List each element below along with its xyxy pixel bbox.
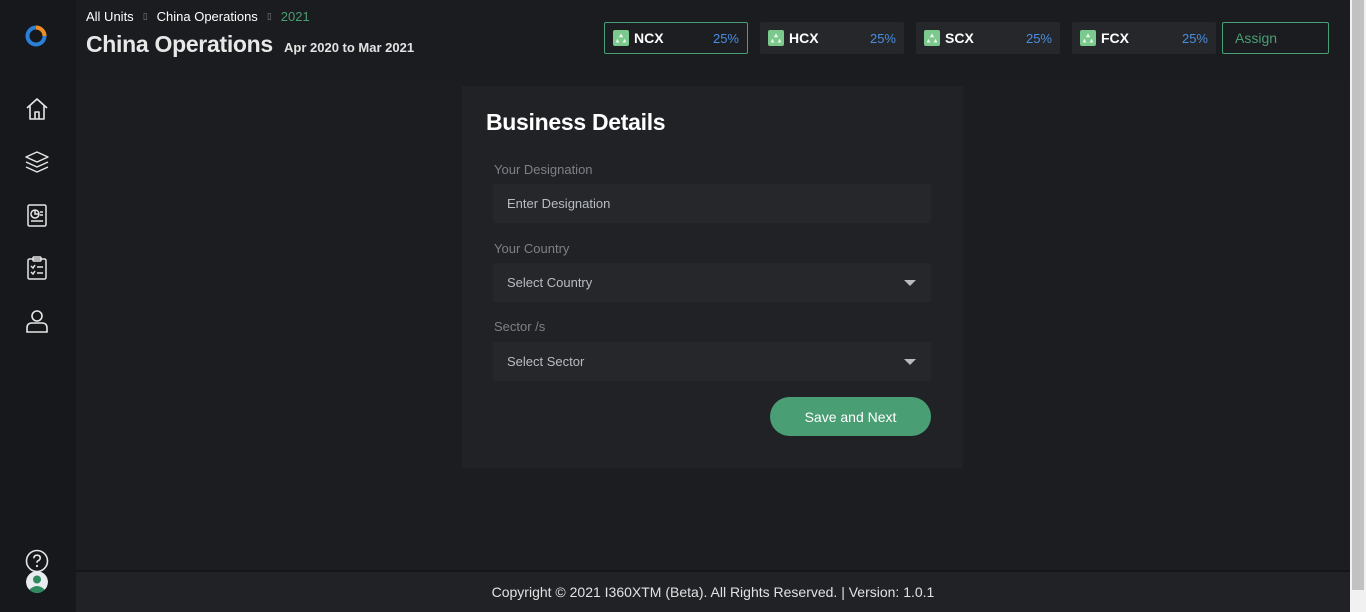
user-icon[interactable] bbox=[24, 308, 50, 334]
designation-input[interactable] bbox=[493, 184, 931, 223]
recycle-icon bbox=[1080, 30, 1096, 46]
scrollbar-thumb[interactable] bbox=[1352, 0, 1364, 590]
sidebar bbox=[0, 0, 76, 612]
designation-label: Your Designation bbox=[494, 162, 593, 177]
sector-select[interactable]: Select Sector bbox=[493, 342, 931, 381]
breadcrumb-all-units[interactable]: All Units bbox=[86, 9, 134, 24]
app-logo[interactable] bbox=[24, 24, 48, 48]
sector-label: Sector /s bbox=[494, 319, 546, 334]
metric-label: FCX bbox=[1101, 30, 1129, 46]
recycle-icon bbox=[613, 30, 629, 46]
metric-value: 25% bbox=[1025, 30, 1052, 46]
chevron-down-icon bbox=[904, 359, 916, 365]
metric-value: 25% bbox=[1181, 30, 1208, 46]
metric-fcx[interactable]: FCX 25% bbox=[1072, 22, 1216, 54]
breadcrumb-china-operations[interactable]: China Operations bbox=[157, 9, 258, 24]
report-icon[interactable] bbox=[24, 202, 50, 228]
sector-select-value: Select Sector bbox=[507, 354, 585, 369]
checklist-icon[interactable] bbox=[24, 255, 50, 281]
metric-value: 25% bbox=[869, 30, 896, 46]
save-and-next-button[interactable]: Save and Next bbox=[770, 397, 931, 436]
top-header: All Units ▯ China Operations ▯ 2021 Chin… bbox=[76, 0, 1350, 80]
metric-label: NCX bbox=[634, 30, 664, 46]
metric-hcx[interactable]: HCX 25% bbox=[760, 22, 904, 54]
country-select[interactable]: Select Country bbox=[493, 263, 931, 302]
country-label: Your Country bbox=[494, 241, 570, 256]
metric-scx[interactable]: SCX 25% bbox=[916, 22, 1060, 54]
assign-button[interactable]: Assign bbox=[1222, 22, 1329, 54]
breadcrumb-separator-icon: ▯ bbox=[266, 11, 272, 21]
metric-ncx[interactable]: NCX 25% bbox=[604, 22, 748, 54]
copyright-text: Copyright © 2021 I360XTM (Beta). All Rig… bbox=[491, 584, 935, 600]
scrollbar[interactable] bbox=[1350, 0, 1366, 612]
recycle-icon bbox=[768, 30, 784, 46]
layers-icon[interactable] bbox=[24, 149, 50, 175]
reporting-period: Apr 2020 to Mar 2021 bbox=[284, 40, 415, 55]
recycle-icon bbox=[924, 30, 940, 46]
country-select-value: Select Country bbox=[507, 275, 593, 290]
footer: Copyright © 2021 I360XTM (Beta). All Rig… bbox=[76, 570, 1350, 612]
home-icon[interactable] bbox=[24, 96, 50, 122]
metric-label: HCX bbox=[789, 30, 819, 46]
breadcrumb-separator-icon: ▯ bbox=[142, 11, 148, 21]
chevron-down-icon bbox=[904, 280, 916, 286]
breadcrumb: All Units ▯ China Operations ▯ 2021 bbox=[86, 9, 310, 24]
metric-label: SCX bbox=[945, 30, 974, 46]
question-icon[interactable] bbox=[25, 549, 49, 573]
avatar[interactable] bbox=[26, 571, 48, 593]
business-details-card: Business Details Your Designation Your C… bbox=[462, 86, 963, 468]
page-title: China Operations bbox=[86, 31, 273, 57]
metric-value: 25% bbox=[712, 30, 739, 46]
breadcrumb-year: 2021 bbox=[280, 9, 310, 24]
card-title: Business Details bbox=[486, 109, 666, 135]
